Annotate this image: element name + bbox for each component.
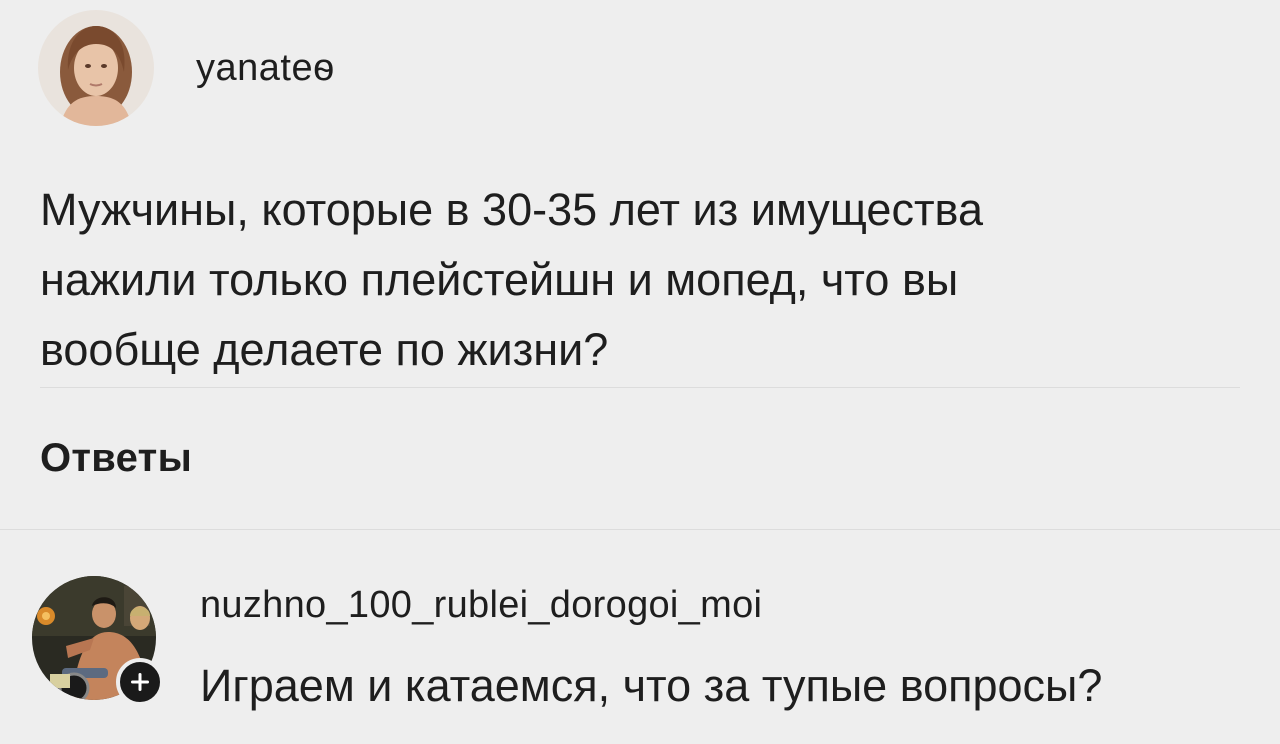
reply-item: nuzhno_100_rublei_dorogoi_moi Играем и к… [32,574,1252,724]
reply-avatar-container[interactable] [32,576,164,706]
reply-author-username[interactable]: nuzhno_100_rublei_dorogoi_moi [200,584,762,627]
post-text: Мужчины, которые в 30-35 лет из имуществ… [40,184,983,375]
plus-icon [131,673,149,691]
replies-section-title: Ответы [40,436,193,480]
post-header: yanateѳ [38,10,335,126]
post-author-username[interactable]: yanateѳ [196,47,335,90]
reply-text: Играем и катаемся, что за тупые вопросы? [200,660,1103,711]
avatar-portrait-image [38,10,154,126]
replies-divider [0,529,1280,530]
follow-plus-button[interactable] [116,658,164,706]
post-author-avatar[interactable] [38,10,154,126]
post-divider [40,387,1240,388]
